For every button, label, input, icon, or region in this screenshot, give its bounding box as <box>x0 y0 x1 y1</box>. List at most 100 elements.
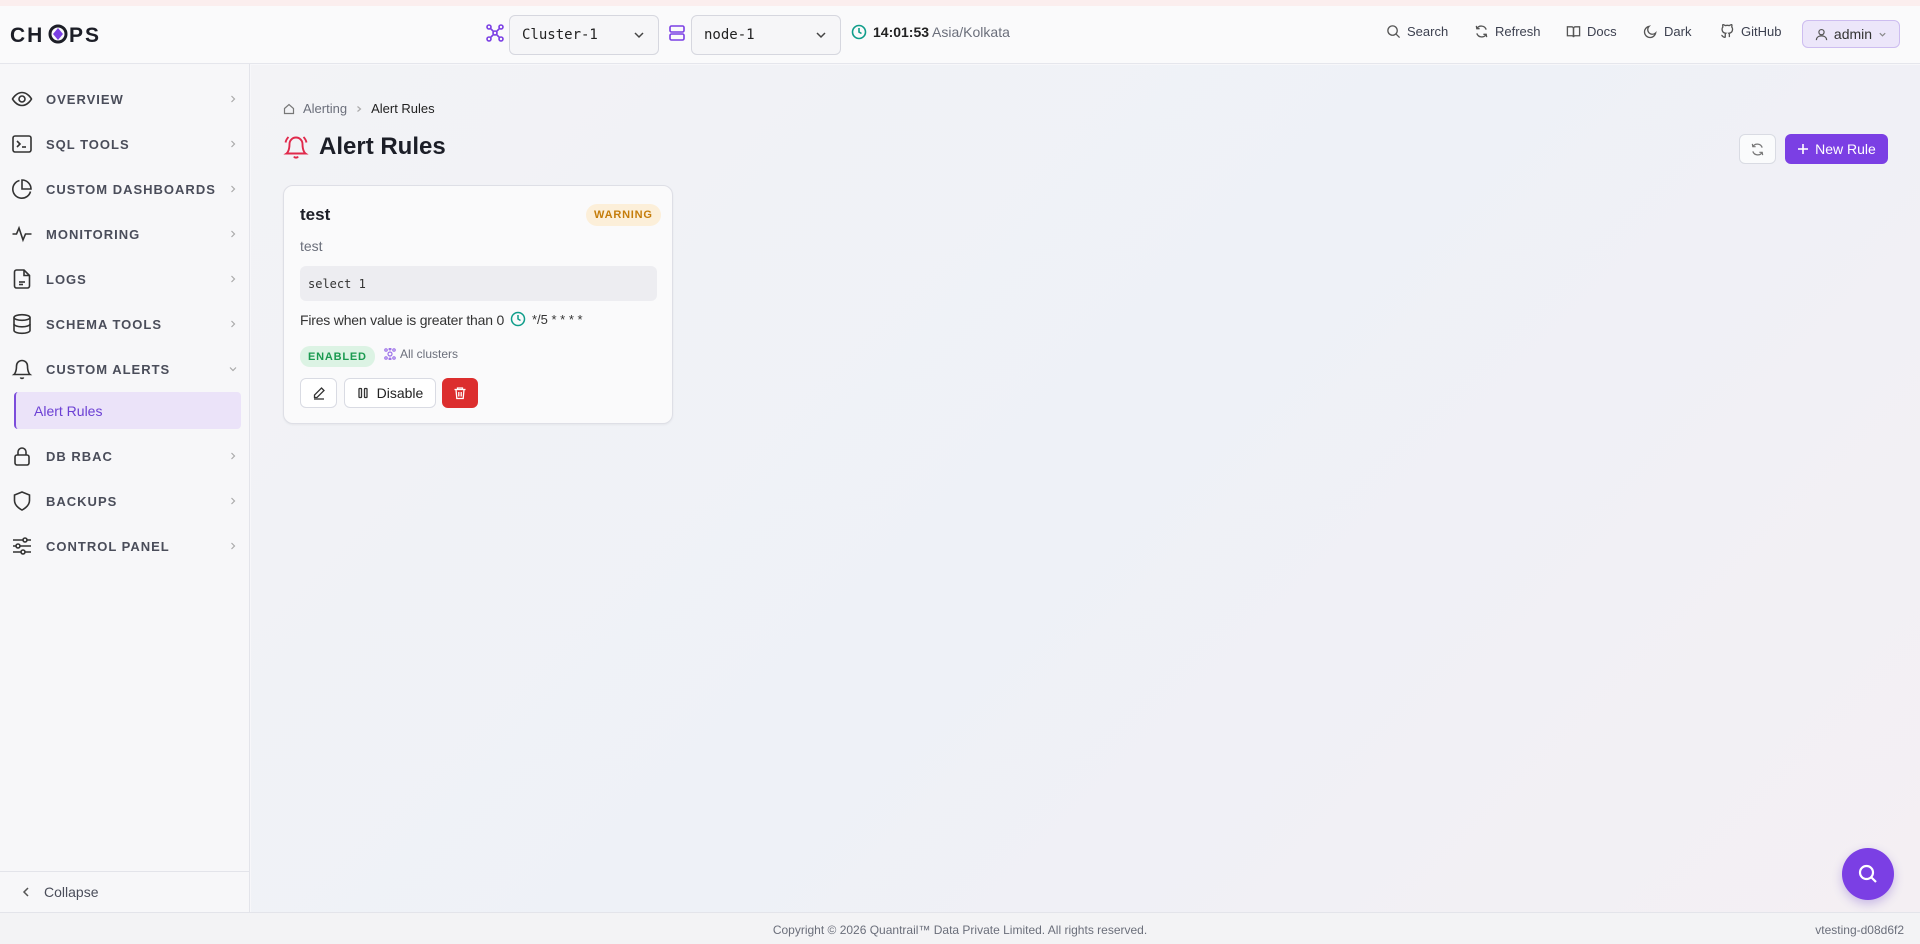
sidebar-item-sql-tools[interactable]: SQL TOOLS <box>0 122 250 166</box>
sidebar-item-backups[interactable]: BACKUPS <box>0 479 250 523</box>
sidebar: OVERVIEW SQL TOOLS CUSTOM DASHBOARDS MON… <box>0 64 250 912</box>
sidebar-item-label: CUSTOM DASHBOARDS <box>46 181 216 197</box>
collapse-sidebar-button[interactable]: Collapse <box>0 871 250 912</box>
github-icon <box>1721 24 1734 38</box>
disable-rule-button[interactable]: Disable <box>344 378 436 408</box>
sidebar-item-label: BACKUPS <box>46 493 118 509</box>
sidebar-item-monitoring[interactable]: MONITORING <box>0 212 250 256</box>
refresh-icon <box>1751 142 1764 156</box>
search-button[interactable]: Search <box>1386 24 1448 39</box>
chevron-right-icon <box>231 230 236 238</box>
top-header: CH PS Cluster-1 node-1 14:01:53 Asia/Kol… <box>0 6 1920 64</box>
new-rule-label: New Rule <box>1815 141 1876 157</box>
sidebar-item-label: SQL TOOLS <box>46 136 130 152</box>
sidebar-subitem-alert-rules[interactable]: Alert Rules <box>14 392 241 429</box>
sidebar-item-control-panel[interactable]: CONTROL PANEL <box>0 524 250 568</box>
sidebar-item-db-rbac[interactable]: DB RBAC <box>0 434 250 478</box>
terminal-icon <box>12 135 32 153</box>
home-icon[interactable] <box>283 103 295 115</box>
refresh-label: Refresh <box>1495 24 1541 39</box>
sidebar-item-label: CUSTOM ALERTS <box>46 361 171 377</box>
rule-scope: All clusters <box>384 347 458 361</box>
bell-icon <box>11 359 33 380</box>
user-name: admin <box>1833 26 1873 42</box>
sidebar-item-label: CONTROL PANEL <box>46 538 170 554</box>
chevron-right-icon <box>357 105 362 112</box>
sidebar-item-label: SCHEMA TOOLS <box>46 316 163 332</box>
sidebar-item-overview[interactable]: OVERVIEW <box>0 77 250 121</box>
collapse-label: Collapse <box>44 884 99 900</box>
sidebar-item-logs[interactable]: LOGS <box>0 257 250 301</box>
moon-icon <box>1643 25 1657 39</box>
pie-chart-icon <box>12 179 32 199</box>
sidebar-item-schema-tools[interactable]: SCHEMA TOOLS <box>0 302 250 346</box>
clock-icon <box>510 311 526 327</box>
breadcrumb-current: Alert Rules <box>371 101 435 116</box>
chevron-down-icon <box>229 367 237 372</box>
rule-schedule: */5 * * * * <box>510 311 583 327</box>
refresh-button[interactable]: Refresh <box>1474 24 1541 39</box>
bell-ring-icon <box>283 136 309 159</box>
chevron-right-icon <box>231 320 236 328</box>
status-badge: ENABLED <box>300 346 375 367</box>
clock: 14:01:53 Asia/Kolkata <box>851 24 1010 40</box>
svg-text:CH: CH <box>10 24 44 46</box>
shield-icon <box>13 491 31 511</box>
rule-query: select 1 <box>300 266 657 301</box>
lock-icon <box>14 447 30 466</box>
docs-label: Docs <box>1587 24 1617 39</box>
alert-rule-card: test WARNING test select 1 Fires when va… <box>283 185 673 424</box>
copyright-text: Copyright © 2026 Quantrail™ Data Private… <box>772 923 1148 937</box>
search-icon <box>1858 864 1877 883</box>
dark-mode-label: Dark <box>1664 24 1692 39</box>
sidebar-item-label: MONITORING <box>46 226 141 242</box>
svg-text:PS: PS <box>69 24 101 46</box>
sidebar-item-custom-dashboards[interactable]: CUSTOM DASHBOARDS <box>0 167 250 211</box>
rule-name: test <box>300 205 331 224</box>
server-icon <box>669 25 685 41</box>
cluster-icon <box>486 24 504 42</box>
disable-label: Disable <box>376 385 424 401</box>
new-rule-button[interactable]: New Rule <box>1785 134 1888 164</box>
rule-scope-label: All clusters <box>400 347 459 361</box>
clock-icon <box>851 24 867 40</box>
github-button[interactable]: GitHub <box>1720 24 1781 39</box>
trash-icon <box>454 387 466 400</box>
docs-button[interactable]: Docs <box>1566 24 1617 39</box>
delete-rule-button[interactable] <box>442 378 478 408</box>
file-log-icon <box>13 269 31 289</box>
chevron-down-icon <box>816 32 826 39</box>
rule-schedule-cron: */5 * * * * <box>532 311 583 327</box>
main-content: Alerting Alert Rules Alert Rules New Rul… <box>251 65 1920 912</box>
cluster-select[interactable]: Cluster-1 <box>509 15 659 55</box>
search-fab-button[interactable] <box>1842 848 1894 900</box>
book-icon <box>1566 26 1581 38</box>
chevron-right-icon <box>231 497 236 505</box>
rule-condition: Fires when value is greater than 0 <box>300 312 505 328</box>
refresh-rules-button[interactable] <box>1739 134 1776 164</box>
sidebar-item-label: LOGS <box>46 271 87 287</box>
page-title: Alert Rules <box>319 133 446 160</box>
user-menu-button[interactable]: admin <box>1802 20 1900 48</box>
chevron-right-icon <box>231 95 236 103</box>
rule-description: test <box>300 238 323 254</box>
node-select[interactable]: node-1 <box>691 15 841 55</box>
chevron-right-icon <box>231 275 236 283</box>
chevron-down-icon <box>1879 32 1886 37</box>
dark-mode-button[interactable]: Dark <box>1643 24 1691 39</box>
severity-badge: WARNING <box>586 204 661 226</box>
edit-icon <box>313 387 325 400</box>
cluster-select-value: Cluster-1 <box>522 27 598 43</box>
chops-logo[interactable]: CH PS <box>10 22 112 46</box>
chevron-right-icon <box>231 542 236 550</box>
search-label: Search <box>1407 24 1449 39</box>
edit-rule-button[interactable] <box>300 378 337 408</box>
chevron-down-icon <box>634 32 644 39</box>
footer: Copyright © 2026 Quantrail™ Data Private… <box>0 912 1920 944</box>
sidebar-item-custom-alerts[interactable]: CUSTOM ALERTS <box>0 347 250 391</box>
node-select-value: node-1 <box>704 27 755 43</box>
user-icon <box>1815 28 1828 40</box>
refresh-icon <box>1475 25 1488 38</box>
eye-icon <box>11 91 33 107</box>
breadcrumb-parent[interactable]: Alerting <box>303 101 347 116</box>
